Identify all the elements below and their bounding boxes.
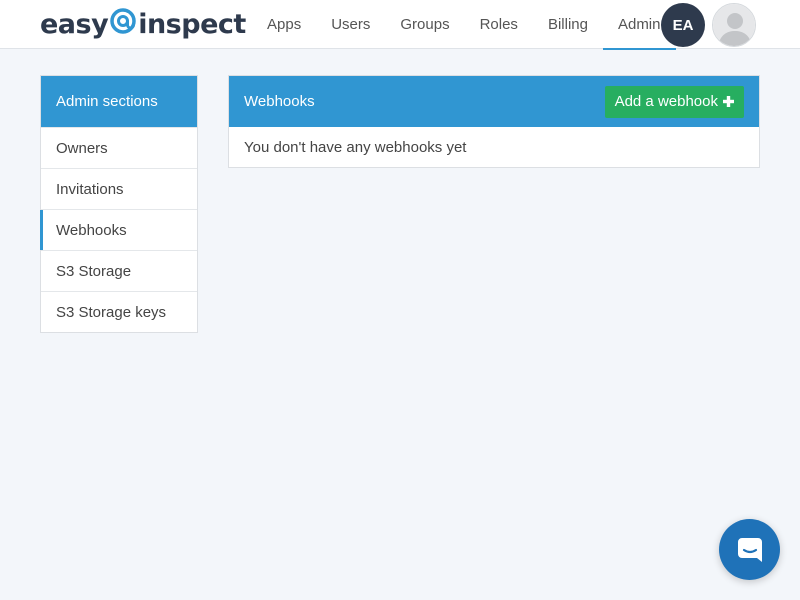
empty-state-message: You don't have any webhooks yet xyxy=(244,138,467,156)
panel-header: Webhooks Add a webhook xyxy=(229,76,759,127)
logo-text-easy: easy xyxy=(40,8,109,40)
sidebar-title: Admin sections xyxy=(41,76,197,127)
main-nav: Apps Users Groups Roles Billing Admin xyxy=(252,0,676,50)
sidebar-item-owners[interactable]: Owners xyxy=(41,127,197,168)
nav-item-groups[interactable]: Groups xyxy=(385,0,464,49)
webhooks-panel: Webhooks Add a webhook You don't have an… xyxy=(228,75,760,168)
nav-item-roles[interactable]: Roles xyxy=(465,0,533,49)
chat-launcher-button[interactable] xyxy=(719,519,780,580)
add-webhook-button[interactable]: Add a webhook xyxy=(604,85,744,118)
logo-at-icon xyxy=(109,6,137,43)
logo-text-inspect: inspect xyxy=(138,8,246,40)
user-initials-avatar[interactable]: EA xyxy=(661,3,705,47)
nav-item-billing[interactable]: Billing xyxy=(533,0,603,49)
sidebar-item-webhooks[interactable]: Webhooks xyxy=(40,209,197,250)
panel-title: Webhooks xyxy=(244,93,315,110)
chat-icon xyxy=(737,537,762,562)
add-webhook-label: Add a webhook xyxy=(614,93,718,110)
nav-item-users[interactable]: Users xyxy=(316,0,385,49)
sidebar-item-invitations[interactable]: Invitations xyxy=(41,168,197,209)
user-profile-avatar[interactable] xyxy=(712,3,756,47)
sidebar-item-s3-storage[interactable]: S3 Storage xyxy=(41,250,197,291)
sidebar-item-s3-storage-keys[interactable]: S3 Storage keys xyxy=(41,291,197,332)
admin-sections-sidebar: Admin sections Owners Invitations Webhoo… xyxy=(40,75,198,333)
user-silhouette-icon xyxy=(713,4,755,46)
nav-item-apps[interactable]: Apps xyxy=(252,0,316,49)
easyinspect-logo[interactable]: easy inspect xyxy=(40,6,246,42)
plus-icon xyxy=(723,96,734,107)
top-navbar: easy inspect Apps Users Groups Roles Bil… xyxy=(0,0,800,50)
